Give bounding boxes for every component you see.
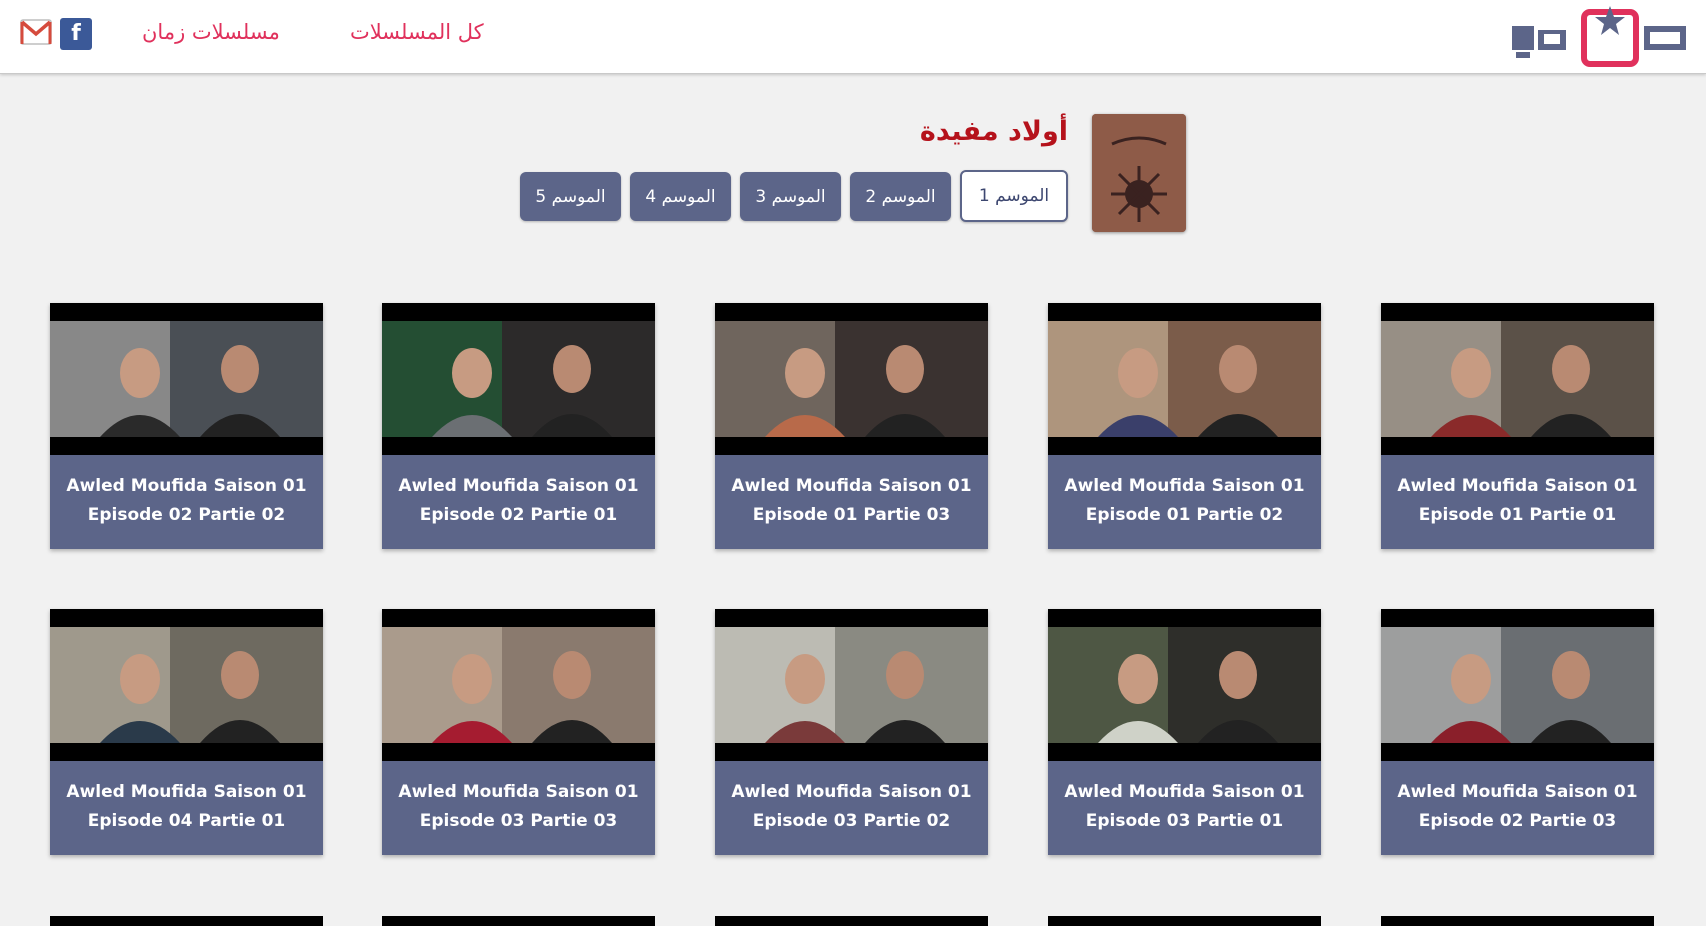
- episode-thumbnail[interactable]: [715, 303, 988, 455]
- facebook-icon[interactable]: f: [60, 18, 92, 50]
- episode-series-label: Awled Moufida Saison 01: [66, 782, 307, 802]
- episode-series-label: Awled Moufida Saison 01: [731, 476, 972, 496]
- episode-title[interactable]: Awled Moufida Saison 01 Episode 01 Partie…: [715, 455, 988, 549]
- episode-card[interactable]: Awled Moufida Saison 01 Episode 01 Partie…: [1048, 303, 1321, 549]
- episode-card[interactable]: Awled Moufida Saison 01 Episode 01 Partie…: [715, 303, 988, 549]
- episode-card[interactable]: Awled Moufida Saison 01 Episode 03 Partie…: [1048, 609, 1321, 855]
- episode-title[interactable]: Awled Moufida Saison 01 Episode 03 Partie…: [715, 761, 988, 855]
- top-navbar: f مسلسلات زمان كل المسلسلات: [0, 0, 1706, 74]
- episode-thumbnail[interactable]: [1381, 609, 1654, 761]
- nav-all-series[interactable]: كل المسلسلات: [350, 20, 484, 44]
- season-3-button[interactable]: الموسم 3: [740, 172, 841, 221]
- episode-thumbnail[interactable]: [1381, 303, 1654, 455]
- episode-card[interactable]: Awled Moufida Saison 01 Episode 03 Partie…: [715, 609, 988, 855]
- episode-series-label: Awled Moufida Saison 01: [731, 782, 972, 802]
- episode-thumbnail[interactable]: [50, 609, 323, 761]
- episode-thumbnail[interactable]: [1048, 609, 1321, 761]
- episode-series-label: Awled Moufida Saison 01: [1397, 782, 1638, 802]
- episode-card-partial[interactable]: [715, 916, 988, 926]
- episode-thumbnail[interactable]: [715, 609, 988, 761]
- episode-card[interactable]: Awled Moufida Saison 01 Episode 03 Partie…: [382, 609, 655, 855]
- episode-card[interactable]: Awled Moufida Saison 01 Episode 02 Partie…: [50, 303, 323, 549]
- episode-series-label: Awled Moufida Saison 01: [66, 476, 307, 496]
- episode-card-partial[interactable]: [1048, 916, 1321, 926]
- episode-part-label: Episode 04 Partie 01: [87, 811, 286, 831]
- season-tabs: الموسم 1 الموسم 2 الموسم 3 الموسم 4 المو…: [516, 170, 1068, 222]
- show-title: أولاد مفيدة: [919, 116, 1068, 147]
- episode-card[interactable]: Awled Moufida Saison 01 Episode 01 Partie…: [1381, 303, 1654, 549]
- episode-part-label: Episode 03 Partie 01: [1085, 811, 1284, 831]
- episode-part-label: Episode 02 Partie 03: [1418, 811, 1617, 831]
- episode-series-label: Awled Moufida Saison 01: [398, 476, 639, 496]
- episode-title[interactable]: Awled Moufida Saison 01 Episode 01 Partie…: [1381, 455, 1654, 549]
- episode-part-label: Episode 03 Partie 02: [752, 811, 951, 831]
- episode-part-label: Episode 02 Partie 02: [87, 505, 286, 525]
- episode-card[interactable]: Awled Moufida Saison 01 Episode 02 Partie…: [1381, 609, 1654, 855]
- episode-part-label: Episode 01 Partie 03: [752, 505, 951, 525]
- episode-series-label: Awled Moufida Saison 01: [1397, 476, 1638, 496]
- episode-series-label: Awled Moufida Saison 01: [398, 782, 639, 802]
- episode-card-partial[interactable]: [1381, 916, 1654, 926]
- show-poster: [1092, 114, 1186, 232]
- episode-part-label: Episode 02 Partie 01: [419, 505, 618, 525]
- episode-title[interactable]: Awled Moufida Saison 01 Episode 02 Partie…: [1381, 761, 1654, 855]
- episode-title[interactable]: Awled Moufida Saison 01 Episode 03 Partie…: [382, 761, 655, 855]
- episode-title[interactable]: Awled Moufida Saison 01 Episode 03 Partie…: [1048, 761, 1321, 855]
- site-logo[interactable]: [1504, 4, 1694, 67]
- season-4-button[interactable]: الموسم 4: [630, 172, 731, 221]
- episode-part-label: Episode 01 Partie 02: [1085, 505, 1284, 525]
- season-5-button[interactable]: الموسم 5: [520, 172, 621, 221]
- episode-part-label: Episode 03 Partie 03: [419, 811, 618, 831]
- episode-part-label: Episode 01 Partie 01: [1418, 505, 1617, 525]
- episode-series-label: Awled Moufida Saison 01: [1064, 476, 1305, 496]
- episode-card[interactable]: Awled Moufida Saison 01 Episode 04 Partie…: [50, 609, 323, 855]
- episode-thumbnail[interactable]: [50, 303, 323, 455]
- episode-series-label: Awled Moufida Saison 01: [1064, 782, 1305, 802]
- episode-title[interactable]: Awled Moufida Saison 01 Episode 01 Partie…: [1048, 455, 1321, 549]
- episode-thumbnail[interactable]: [382, 609, 655, 761]
- season-1-button[interactable]: الموسم 1: [960, 170, 1068, 222]
- episode-title[interactable]: Awled Moufida Saison 01 Episode 04 Partie…: [50, 761, 323, 855]
- episode-title[interactable]: Awled Moufida Saison 01 Episode 02 Partie…: [50, 455, 323, 549]
- episode-card-partial[interactable]: [50, 916, 323, 926]
- episode-title[interactable]: Awled Moufida Saison 01 Episode 02 Partie…: [382, 455, 655, 549]
- nav-old-series[interactable]: مسلسلات زمان: [142, 20, 280, 44]
- episode-card[interactable]: Awled Moufida Saison 01 Episode 02 Partie…: [382, 303, 655, 549]
- season-2-button[interactable]: الموسم 2: [850, 172, 951, 221]
- gmail-icon[interactable]: [20, 18, 52, 46]
- episode-thumbnail[interactable]: [382, 303, 655, 455]
- episode-thumbnail[interactable]: [1048, 303, 1321, 455]
- episode-card-partial[interactable]: [382, 916, 655, 926]
